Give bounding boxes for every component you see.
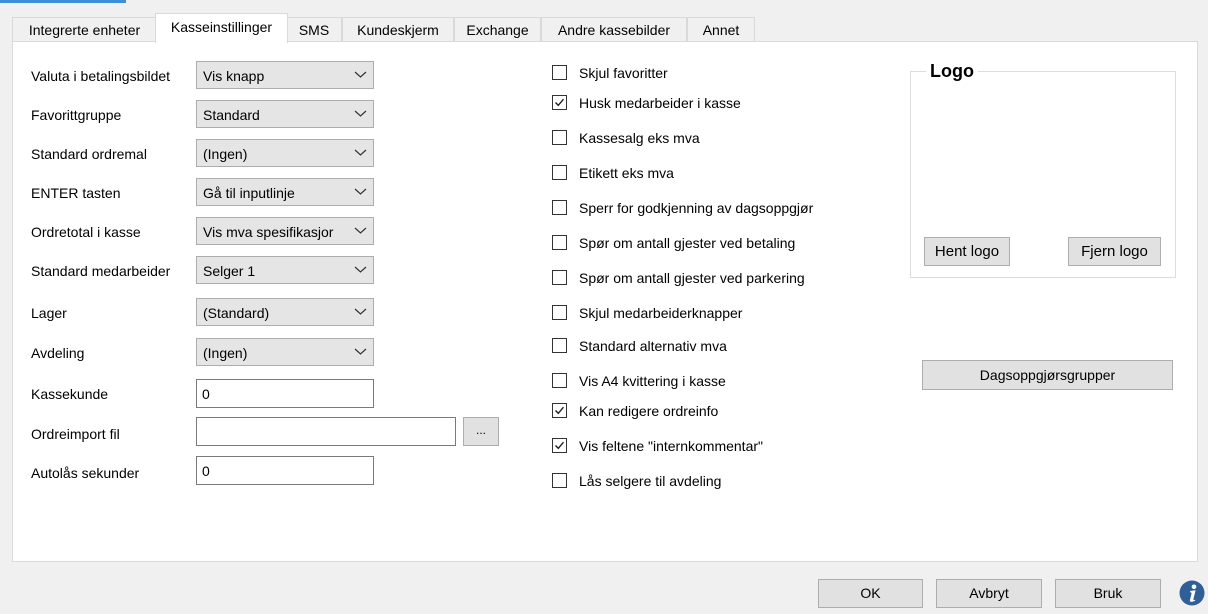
autolas-field[interactable]: 0 xyxy=(196,456,374,485)
checkbox-box[interactable] xyxy=(552,165,567,180)
checkbox-label: Vis A4 kvittering i kasse xyxy=(579,373,726,389)
checkbox-label: Kassesalg eks mva xyxy=(579,130,700,146)
medarbeider-dropdown[interactable]: Selger 1 xyxy=(196,256,374,284)
tab-exchange[interactable]: Exchange xyxy=(454,17,541,41)
medarbeider-value: Selger 1 xyxy=(203,263,256,279)
checkmark-icon xyxy=(555,98,565,107)
checkbox-label: Standard alternativ mva xyxy=(579,338,727,354)
ordreimport-label: Ordreimport fil xyxy=(31,426,120,442)
checkbox-box[interactable] xyxy=(552,95,567,110)
checkbox-label: Skjul favoritter xyxy=(579,65,668,81)
checkbox-label: Vis feltene "internkommentar" xyxy=(579,438,763,454)
chevron-down-icon xyxy=(354,227,367,234)
ok-button[interactable]: OK xyxy=(818,579,923,608)
favorittgruppe-dropdown[interactable]: Standard xyxy=(196,100,374,128)
ordremal-value: (Ingen) xyxy=(203,146,248,162)
valuta-value: Vis knapp xyxy=(203,68,265,84)
tab-integrerte-enheter[interactable]: Integrerte enheter xyxy=(12,17,157,41)
tab-sms[interactable]: SMS xyxy=(286,17,342,41)
cancel-button[interactable]: Avbryt xyxy=(936,579,1042,608)
checkbox-box[interactable] xyxy=(552,65,567,80)
kassekunde-field[interactable]: 0 xyxy=(196,379,374,408)
ordretotal-label: Ordretotal i kasse xyxy=(31,224,141,240)
checkbox-box[interactable] xyxy=(552,130,567,145)
lager-dropdown[interactable]: (Standard) xyxy=(196,298,374,326)
checkbox-label: Sperr for godkjenning av dagsoppgjør xyxy=(579,200,814,216)
fjern-logo-button[interactable]: Fjern logo xyxy=(1068,237,1161,266)
checkbox-label: Spør om antall gjester ved betaling xyxy=(579,235,796,251)
chevron-down-icon xyxy=(354,188,367,195)
ordremal-dropdown[interactable]: (Ingen) xyxy=(196,139,374,167)
dialog-footer: OK Avbryt Bruk xyxy=(0,562,1208,614)
enter-value: Gå til inputlinje xyxy=(203,185,295,201)
checkbox-box[interactable] xyxy=(552,270,567,285)
checkbox-box[interactable] xyxy=(552,235,567,250)
favorittgruppe-label: Favorittgruppe xyxy=(31,107,122,123)
checkbox-label: Etikett eks mva xyxy=(579,165,674,181)
chevron-down-icon xyxy=(354,71,367,78)
tab-kasseinstillinger[interactable]: Kasseinstillinger xyxy=(155,13,288,43)
enter-dropdown[interactable]: Gå til inputlinje xyxy=(196,178,374,206)
favorittgruppe-value: Standard xyxy=(203,107,260,123)
checkmark-icon xyxy=(555,441,565,450)
chevron-down-icon xyxy=(354,110,367,117)
checkbox-box[interactable] xyxy=(552,438,567,453)
window-accent-line xyxy=(0,0,126,3)
checkbox-box[interactable] xyxy=(552,305,567,320)
ordreimport-field[interactable] xyxy=(196,417,456,446)
tab-kundeskjerm[interactable]: Kundeskjerm xyxy=(342,17,454,41)
enter-label: ENTER tasten xyxy=(31,185,121,201)
checkbox-label: Kan redigere ordreinfo xyxy=(579,403,719,419)
chevron-down-icon xyxy=(354,266,367,273)
ordretotal-dropdown[interactable]: Vis mva spesifikasjor xyxy=(196,217,374,245)
settings-panel: Valuta i betalingsbildet Favorittgruppe … xyxy=(12,41,1198,562)
checkbox-label: Skjul medarbeiderknapper xyxy=(579,305,743,321)
dagsoppgjorsgrupper-button[interactable]: Dagsoppgjørsgrupper xyxy=(922,360,1173,390)
valuta-dropdown[interactable]: Vis knapp xyxy=(196,61,374,89)
hent-logo-button[interactable]: Hent logo xyxy=(924,237,1010,266)
checkbox-box[interactable] xyxy=(552,403,567,418)
checkbox-label: Spør om antall gjester ved parkering xyxy=(579,270,805,286)
checkbox-label: Lås selgere til avdeling xyxy=(579,473,722,489)
avdeling-label: Avdeling xyxy=(31,345,85,361)
chevron-down-icon xyxy=(354,149,367,156)
checkmark-icon xyxy=(555,406,565,415)
chevron-down-icon xyxy=(354,348,367,355)
checkbox-box[interactable] xyxy=(552,473,567,488)
apply-button[interactable]: Bruk xyxy=(1055,579,1161,608)
tab-andre-kassebilder[interactable]: Andre kassebilder xyxy=(541,17,687,41)
logo-group-title: Logo xyxy=(926,60,978,82)
avdeling-dropdown[interactable]: (Ingen) xyxy=(196,338,374,366)
checkbox-box[interactable] xyxy=(552,200,567,215)
tab-annet[interactable]: Annet xyxy=(687,17,755,41)
lager-label: Lager xyxy=(31,305,67,321)
lager-value: (Standard) xyxy=(203,305,270,321)
autolas-label: Autolås sekunder xyxy=(31,465,140,481)
info-icon[interactable] xyxy=(1179,580,1205,606)
ordremal-label: Standard ordremal xyxy=(31,146,147,162)
checkbox-box[interactable] xyxy=(552,338,567,353)
ordretotal-value: Vis mva spesifikasjor xyxy=(203,224,334,240)
chevron-down-icon xyxy=(354,308,367,315)
checkbox-box[interactable] xyxy=(552,373,567,388)
checkbox-label: Husk medarbeider i kasse xyxy=(579,95,741,111)
medarbeider-label: Standard medarbeider xyxy=(31,263,171,279)
valuta-label: Valuta i betalingsbildet xyxy=(31,68,171,84)
kassekunde-label: Kassekunde xyxy=(31,386,109,402)
avdeling-value: (Ingen) xyxy=(203,345,248,361)
browse-button[interactable]: ... xyxy=(463,417,499,446)
